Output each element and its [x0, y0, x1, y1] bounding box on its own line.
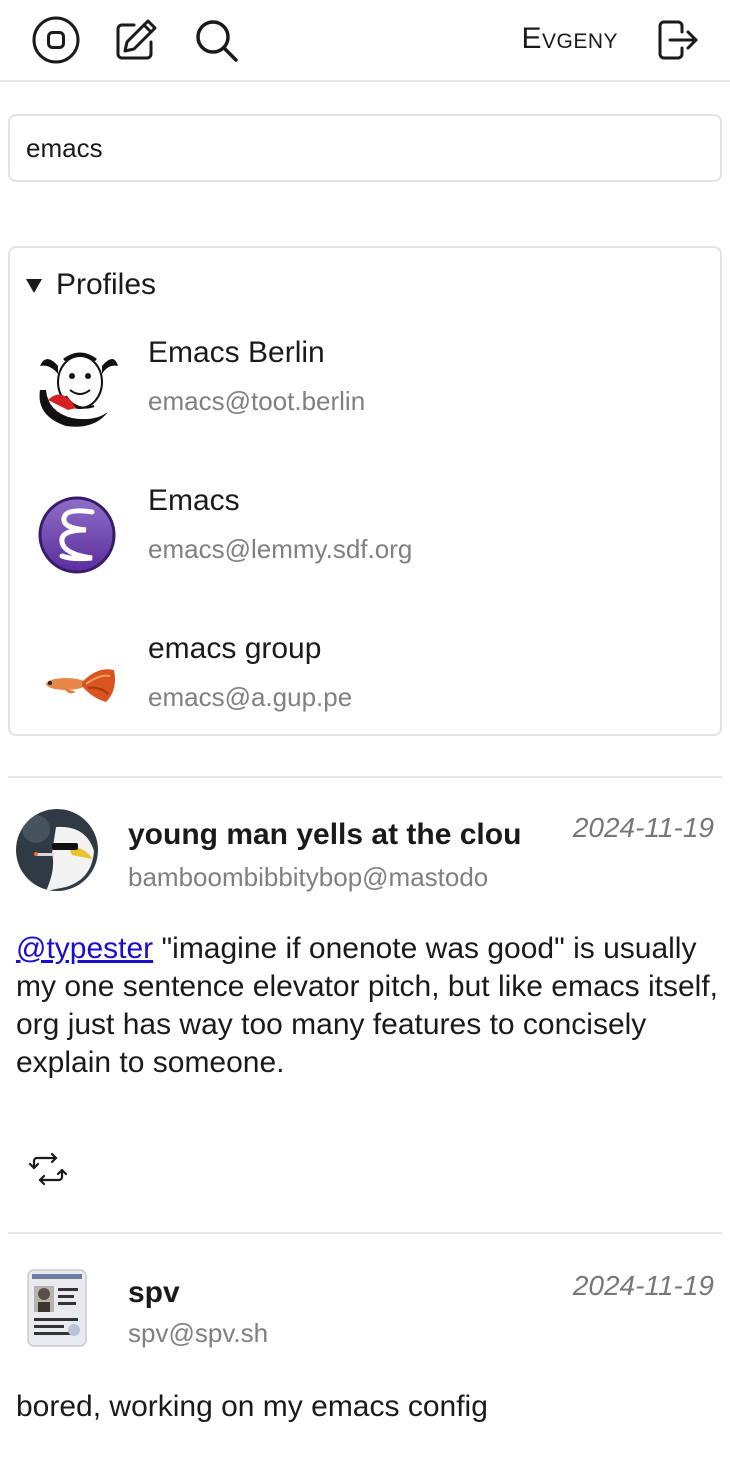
top-bar: Evgeny [0, 0, 730, 82]
id-card-avatar-icon [16, 1266, 98, 1348]
post-avatar[interactable] [16, 1266, 98, 1348]
triangle-down-icon [26, 279, 42, 293]
search-input[interactable] [8, 114, 722, 182]
guppy-fish-avatar [46, 669, 115, 702]
post-date[interactable]: 2024-11-19 [573, 1270, 714, 1302]
eagle-avatar-icon [16, 809, 98, 891]
post-content: bored, working on my emacs config [16, 1388, 721, 1426]
profile-item[interactable]: Emacs Berlin emacs@toot.berlin [28, 336, 708, 456]
post-text: bored, working on my emacs config [16, 1390, 488, 1423]
post-author[interactable]: young man yells at the clou [128, 818, 538, 852]
divider [8, 776, 722, 778]
profile-name: emacs group [148, 632, 322, 665]
logout-icon[interactable] [652, 16, 700, 64]
profile-handle: emacs@lemmy.sdf.org [148, 534, 413, 564]
username-link[interactable]: Evgeny [521, 22, 618, 56]
post-content: @typester "imagine if onenote was good" … [16, 930, 721, 1082]
profile-name: Emacs Berlin [148, 336, 325, 369]
boost-icon[interactable] [28, 1152, 68, 1186]
profile-item[interactable]: emacs group emacs@a.gup.pe [28, 632, 708, 752]
post-date[interactable]: 2024-11-19 [573, 812, 714, 844]
compose-icon[interactable] [112, 16, 160, 64]
gnu-head-avatar [39, 352, 118, 427]
profile-item[interactable]: Emacs emacs@lemmy.sdf.org [28, 484, 708, 604]
stop-circle-icon[interactable] [32, 16, 80, 64]
search-icon[interactable] [192, 16, 240, 64]
profiles-panel: Profiles Emacs Berlin emacs@toot.berlin [8, 246, 722, 736]
profile-handle: emacs@toot.berlin [148, 386, 366, 416]
post-handle: spv@spv.sh [128, 1318, 269, 1348]
post-author[interactable]: spv [128, 1276, 538, 1310]
divider [8, 1232, 722, 1234]
profiles-title: Profiles [56, 268, 157, 301]
post-handle: bamboombibbitybop@mastodo [128, 862, 489, 892]
profile-handle: emacs@a.gup.pe [148, 682, 353, 712]
mention-link[interactable]: @typester [16, 932, 153, 965]
emacs-logo-avatar [38, 496, 116, 574]
profiles-toggle[interactable]: Profiles [26, 268, 156, 302]
profile-name: Emacs [148, 484, 240, 517]
post-avatar[interactable] [16, 809, 98, 891]
